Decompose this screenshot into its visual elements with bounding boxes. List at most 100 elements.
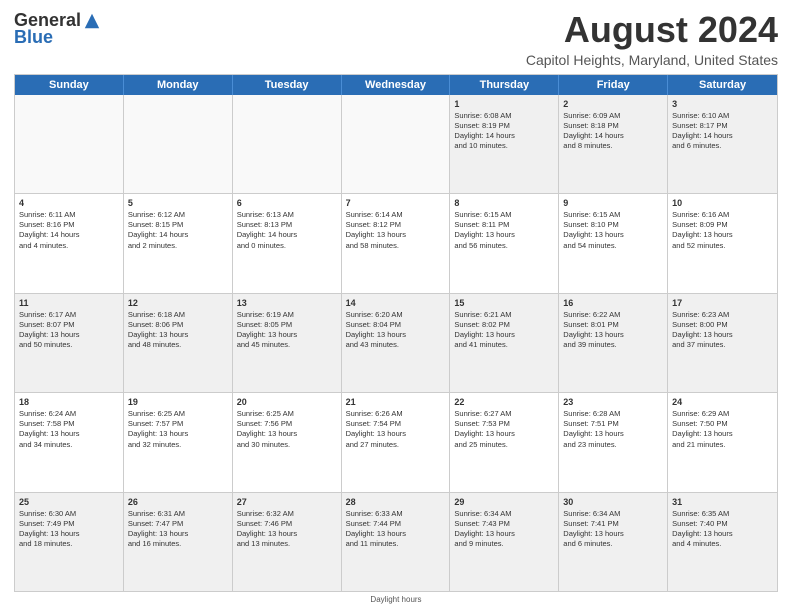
logo-icon xyxy=(83,12,101,30)
day-info: Sunrise: 6:15 AM Sunset: 8:10 PM Dayligh… xyxy=(563,210,623,249)
day-info: Sunrise: 6:34 AM Sunset: 7:41 PM Dayligh… xyxy=(563,509,623,548)
calendar-cell-day-13: 13Sunrise: 6:19 AM Sunset: 8:05 PM Dayli… xyxy=(233,294,342,392)
day-info: Sunrise: 6:26 AM Sunset: 7:54 PM Dayligh… xyxy=(346,409,406,448)
calendar-cell-empty xyxy=(342,95,451,193)
day-info: Sunrise: 6:13 AM Sunset: 8:13 PM Dayligh… xyxy=(237,210,297,249)
day-number: 30 xyxy=(563,496,663,508)
day-info: Sunrise: 6:09 AM Sunset: 8:18 PM Dayligh… xyxy=(563,111,623,150)
day-info: Sunrise: 6:10 AM Sunset: 8:17 PM Dayligh… xyxy=(672,111,732,150)
day-number: 6 xyxy=(237,197,337,209)
day-number: 11 xyxy=(19,297,119,309)
calendar-cell-day-26: 26Sunrise: 6:31 AM Sunset: 7:47 PM Dayli… xyxy=(124,493,233,591)
calendar-cell-day-7: 7Sunrise: 6:14 AM Sunset: 8:12 PM Daylig… xyxy=(342,194,451,292)
day-info: Sunrise: 6:18 AM Sunset: 8:06 PM Dayligh… xyxy=(128,310,188,349)
day-info: Sunrise: 6:27 AM Sunset: 7:53 PM Dayligh… xyxy=(454,409,514,448)
subtitle: Capitol Heights, Maryland, United States xyxy=(526,52,778,68)
day-info: Sunrise: 6:33 AM Sunset: 7:44 PM Dayligh… xyxy=(346,509,406,548)
page: General Blue August 2024 Capitol Heights… xyxy=(0,0,792,612)
day-number: 20 xyxy=(237,396,337,408)
day-number: 15 xyxy=(454,297,554,309)
day-number: 28 xyxy=(346,496,446,508)
day-number: 12 xyxy=(128,297,228,309)
weekday-header-thursday: Thursday xyxy=(450,75,559,95)
day-number: 19 xyxy=(128,396,228,408)
calendar-row-2: 11Sunrise: 6:17 AM Sunset: 8:07 PM Dayli… xyxy=(15,294,777,393)
calendar-cell-day-24: 24Sunrise: 6:29 AM Sunset: 7:50 PM Dayli… xyxy=(668,393,777,491)
logo: General Blue xyxy=(14,10,101,48)
day-number: 13 xyxy=(237,297,337,309)
calendar-row-4: 25Sunrise: 6:30 AM Sunset: 7:49 PM Dayli… xyxy=(15,493,777,591)
calendar-cell-day-21: 21Sunrise: 6:26 AM Sunset: 7:54 PM Dayli… xyxy=(342,393,451,491)
calendar-cell-day-9: 9Sunrise: 6:15 AM Sunset: 8:10 PM Daylig… xyxy=(559,194,668,292)
calendar-row-3: 18Sunrise: 6:24 AM Sunset: 7:58 PM Dayli… xyxy=(15,393,777,492)
calendar-cell-day-18: 18Sunrise: 6:24 AM Sunset: 7:58 PM Dayli… xyxy=(15,393,124,491)
day-info: Sunrise: 6:30 AM Sunset: 7:49 PM Dayligh… xyxy=(19,509,79,548)
calendar-cell-day-17: 17Sunrise: 6:23 AM Sunset: 8:00 PM Dayli… xyxy=(668,294,777,392)
day-info: Sunrise: 6:35 AM Sunset: 7:40 PM Dayligh… xyxy=(672,509,732,548)
day-number: 24 xyxy=(672,396,773,408)
logo-blue-text: Blue xyxy=(14,27,53,48)
footer-note: Daylight hours xyxy=(14,595,778,604)
calendar-cell-day-1: 1Sunrise: 6:08 AM Sunset: 8:19 PM Daylig… xyxy=(450,95,559,193)
calendar-cell-empty xyxy=(124,95,233,193)
calendar-cell-day-11: 11Sunrise: 6:17 AM Sunset: 8:07 PM Dayli… xyxy=(15,294,124,392)
calendar-cell-day-27: 27Sunrise: 6:32 AM Sunset: 7:46 PM Dayli… xyxy=(233,493,342,591)
day-number: 17 xyxy=(672,297,773,309)
day-info: Sunrise: 6:21 AM Sunset: 8:02 PM Dayligh… xyxy=(454,310,514,349)
calendar-cell-day-10: 10Sunrise: 6:16 AM Sunset: 8:09 PM Dayli… xyxy=(668,194,777,292)
day-info: Sunrise: 6:08 AM Sunset: 8:19 PM Dayligh… xyxy=(454,111,514,150)
day-info: Sunrise: 6:28 AM Sunset: 7:51 PM Dayligh… xyxy=(563,409,623,448)
calendar-header: SundayMondayTuesdayWednesdayThursdayFrid… xyxy=(15,75,777,95)
weekday-header-wednesday: Wednesday xyxy=(342,75,451,95)
day-info: Sunrise: 6:25 AM Sunset: 7:57 PM Dayligh… xyxy=(128,409,188,448)
day-number: 2 xyxy=(563,98,663,110)
weekday-header-saturday: Saturday xyxy=(668,75,777,95)
day-info: Sunrise: 6:11 AM Sunset: 8:16 PM Dayligh… xyxy=(19,210,79,249)
day-number: 22 xyxy=(454,396,554,408)
day-number: 8 xyxy=(454,197,554,209)
day-info: Sunrise: 6:22 AM Sunset: 8:01 PM Dayligh… xyxy=(563,310,623,349)
calendar-cell-day-23: 23Sunrise: 6:28 AM Sunset: 7:51 PM Dayli… xyxy=(559,393,668,491)
day-info: Sunrise: 6:29 AM Sunset: 7:50 PM Dayligh… xyxy=(672,409,732,448)
day-number: 18 xyxy=(19,396,119,408)
day-number: 9 xyxy=(563,197,663,209)
calendar-cell-day-25: 25Sunrise: 6:30 AM Sunset: 7:49 PM Dayli… xyxy=(15,493,124,591)
day-info: Sunrise: 6:16 AM Sunset: 8:09 PM Dayligh… xyxy=(672,210,732,249)
calendar-cell-day-16: 16Sunrise: 6:22 AM Sunset: 8:01 PM Dayli… xyxy=(559,294,668,392)
calendar-cell-day-12: 12Sunrise: 6:18 AM Sunset: 8:06 PM Dayli… xyxy=(124,294,233,392)
calendar-cell-empty xyxy=(233,95,342,193)
day-info: Sunrise: 6:31 AM Sunset: 7:47 PM Dayligh… xyxy=(128,509,188,548)
day-number: 26 xyxy=(128,496,228,508)
calendar-cell-day-15: 15Sunrise: 6:21 AM Sunset: 8:02 PM Dayli… xyxy=(450,294,559,392)
calendar-cell-day-29: 29Sunrise: 6:34 AM Sunset: 7:43 PM Dayli… xyxy=(450,493,559,591)
day-number: 21 xyxy=(346,396,446,408)
calendar-cell-day-6: 6Sunrise: 6:13 AM Sunset: 8:13 PM Daylig… xyxy=(233,194,342,292)
day-number: 31 xyxy=(672,496,773,508)
weekday-header-tuesday: Tuesday xyxy=(233,75,342,95)
day-number: 29 xyxy=(454,496,554,508)
title-block: August 2024 Capitol Heights, Maryland, U… xyxy=(526,10,778,68)
day-number: 1 xyxy=(454,98,554,110)
day-number: 16 xyxy=(563,297,663,309)
calendar-row-1: 4Sunrise: 6:11 AM Sunset: 8:16 PM Daylig… xyxy=(15,194,777,293)
calendar-cell-day-5: 5Sunrise: 6:12 AM Sunset: 8:15 PM Daylig… xyxy=(124,194,233,292)
calendar-cell-day-30: 30Sunrise: 6:34 AM Sunset: 7:41 PM Dayli… xyxy=(559,493,668,591)
day-info: Sunrise: 6:19 AM Sunset: 8:05 PM Dayligh… xyxy=(237,310,297,349)
day-info: Sunrise: 6:12 AM Sunset: 8:15 PM Dayligh… xyxy=(128,210,188,249)
day-info: Sunrise: 6:24 AM Sunset: 7:58 PM Dayligh… xyxy=(19,409,79,448)
calendar-cell-day-19: 19Sunrise: 6:25 AM Sunset: 7:57 PM Dayli… xyxy=(124,393,233,491)
calendar-cell-day-3: 3Sunrise: 6:10 AM Sunset: 8:17 PM Daylig… xyxy=(668,95,777,193)
day-number: 3 xyxy=(672,98,773,110)
day-info: Sunrise: 6:15 AM Sunset: 8:11 PM Dayligh… xyxy=(454,210,514,249)
calendar-cell-day-14: 14Sunrise: 6:20 AM Sunset: 8:04 PM Dayli… xyxy=(342,294,451,392)
calendar-cell-day-31: 31Sunrise: 6:35 AM Sunset: 7:40 PM Dayli… xyxy=(668,493,777,591)
day-number: 23 xyxy=(563,396,663,408)
weekday-header-monday: Monday xyxy=(124,75,233,95)
calendar-cell-day-8: 8Sunrise: 6:15 AM Sunset: 8:11 PM Daylig… xyxy=(450,194,559,292)
day-number: 7 xyxy=(346,197,446,209)
day-number: 5 xyxy=(128,197,228,209)
header: General Blue August 2024 Capitol Heights… xyxy=(14,10,778,68)
day-info: Sunrise: 6:17 AM Sunset: 8:07 PM Dayligh… xyxy=(19,310,79,349)
day-info: Sunrise: 6:34 AM Sunset: 7:43 PM Dayligh… xyxy=(454,509,514,548)
day-number: 10 xyxy=(672,197,773,209)
